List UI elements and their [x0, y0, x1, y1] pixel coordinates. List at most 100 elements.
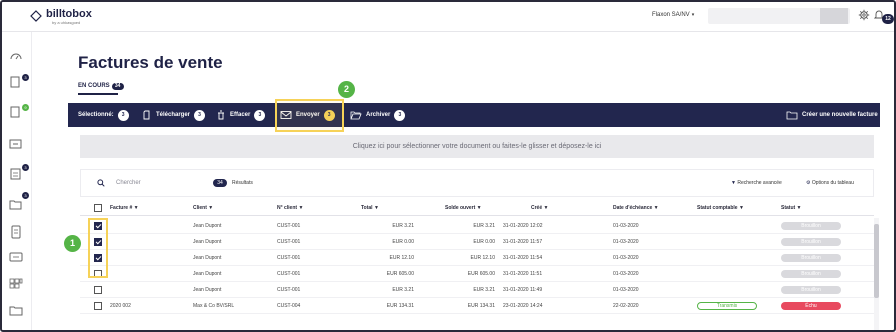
checkbox-highlight-box	[88, 218, 108, 278]
total-cell: EUR 0.00	[392, 239, 414, 245]
client-number-cell: CUST-001	[277, 271, 301, 277]
column-header-due-date[interactable]: Date d'échéance ▼	[613, 205, 659, 211]
client-number-cell: CUST-004	[277, 303, 301, 309]
sidebar-badge: 3	[22, 74, 29, 81]
created-cell: 31-01-2020 11:49	[503, 287, 543, 293]
company-selector[interactable]: Flaxon SA/NV ▾	[652, 12, 694, 18]
search-icon	[97, 179, 105, 187]
created-cell: 31-01-2020 11:51	[503, 271, 543, 277]
document-icon[interactable]	[8, 224, 24, 240]
top-search-button[interactable]	[820, 8, 848, 24]
download-button[interactable]: Télécharger 3	[142, 103, 206, 127]
total-cell: EUR 3.21	[392, 287, 414, 293]
send-highlight-box	[275, 99, 344, 132]
chevron-down-icon: ▾	[691, 12, 695, 18]
created-cell: 31-01-2020 11:57	[503, 239, 543, 245]
accounting-status-badge: Transmis	[697, 302, 757, 310]
archive-count-badge: 3	[394, 109, 406, 121]
notification-badge: 12	[882, 14, 894, 24]
step-1-marker: 1	[64, 235, 81, 252]
sidebar: 3 9 3 3	[2, 32, 32, 330]
client-cell[interactable]: Jean Dupont	[193, 223, 221, 229]
gear-icon: ⚙	[806, 180, 811, 186]
status-badge: Brouillon	[781, 254, 841, 262]
selection-action-bar: Sélectionné: 3 Télécharger 3 Effacer 3 Envo…	[68, 103, 880, 127]
delete-button[interactable]: Effacer 3	[216, 103, 266, 127]
created-cell: 31-01-2020 11:54	[503, 255, 543, 261]
create-invoice-button[interactable]: Créer une nouvelle facture	[786, 103, 878, 127]
open-balance-cell: EUR 3.21	[473, 223, 495, 229]
row-checkbox[interactable]	[94, 286, 102, 294]
due-date-cell: 22-02-2020	[613, 303, 639, 309]
dashboard-icon[interactable]	[8, 48, 24, 64]
gear-icon[interactable]	[858, 9, 870, 21]
open-balance-cell: EUR 12.10	[470, 255, 495, 261]
select-all-checkbox[interactable]	[94, 204, 102, 212]
due-date-cell: 01-03-2020	[613, 287, 639, 293]
client-cell[interactable]: Jean Dupont	[193, 271, 221, 277]
delete-count-badge: 3	[254, 109, 266, 121]
bank-icon[interactable]	[8, 136, 24, 152]
logo-icon	[30, 10, 42, 22]
table-options-button[interactable]: ⚙ Options du tableau	[806, 180, 854, 186]
grid-icon[interactable]	[8, 276, 24, 292]
invoice-number-cell[interactable]: 2020 002	[110, 303, 131, 309]
trash-icon	[218, 110, 224, 120]
selected-indicator: Sélectionné: 3	[78, 103, 129, 127]
search-input[interactable]: Chercher	[116, 180, 141, 186]
column-header-client-no[interactable]: N° client ▼	[277, 205, 303, 211]
column-header-total[interactable]: Total ▼	[361, 205, 379, 211]
column-header-accounting-status[interactable]: Statut comptable ▼	[697, 205, 744, 211]
created-cell: 23-01-2020 14:24	[503, 303, 543, 309]
total-cell: EUR 134.31	[386, 303, 414, 309]
top-bar: billtobox by a uhkasgoed Flaxon SA/NV ▾ 1…	[2, 2, 894, 32]
created-cell: 31-01-2020 12:02	[503, 223, 543, 229]
advanced-search-label: Recherche avancée	[737, 180, 782, 186]
download-count-badge: 3	[194, 109, 206, 121]
download-label: Télécharger	[156, 112, 191, 118]
sidebar-badge: 3	[22, 192, 29, 199]
folder-open-icon	[350, 111, 362, 120]
logo-text[interactable]: billtobox	[46, 8, 92, 20]
column-header-client[interactable]: Client ▼	[193, 205, 213, 211]
status-badge: Brouillon	[781, 222, 841, 230]
due-date-cell: 01-03-2020	[613, 255, 639, 261]
open-balance-cell: EUR 3.21	[473, 287, 495, 293]
selected-label: Sélectionné:	[78, 112, 114, 118]
download-icon	[143, 110, 150, 120]
folder-plus-icon	[786, 111, 798, 120]
scrollbar-thumb[interactable]	[874, 224, 879, 298]
filter-icon: ▼	[731, 180, 736, 186]
sidebar-badge: 3	[22, 164, 29, 171]
due-date-cell: 01-03-2020	[613, 223, 639, 229]
folder-check-icon[interactable]	[8, 196, 24, 212]
client-cell[interactable]: Jean Dupont	[193, 255, 221, 261]
column-header-status[interactable]: Statut ▼	[781, 205, 802, 211]
logo-subtext: by a uhkasgoed	[52, 20, 81, 25]
folder-icon[interactable]	[8, 302, 24, 318]
client-cell[interactable]: Max & Co BV/SRL	[193, 303, 234, 309]
total-cell: EUR 3.21	[392, 223, 414, 229]
tab-underline	[78, 93, 118, 95]
due-date-cell: 01-03-2020	[613, 239, 639, 245]
company-name: Flaxon SA/NV	[652, 12, 690, 18]
row-checkbox[interactable]	[94, 302, 102, 310]
column-header-invoice[interactable]: Facture # ▼	[110, 205, 139, 211]
status-badge: Échu	[781, 302, 841, 310]
advanced-search-button[interactable]: ▼ Recherche avancée	[731, 180, 782, 186]
upload-dropzone[interactable]: Cliquez ici pour sélectionner votre docu…	[80, 135, 874, 158]
open-balance-cell: EUR 0.00	[473, 239, 495, 245]
column-header-created[interactable]: Créé ▼	[531, 205, 548, 211]
chat-icon[interactable]	[8, 250, 24, 266]
client-cell[interactable]: Jean Dupont	[193, 287, 221, 293]
column-header-open-balance[interactable]: Solde ouvert ▼	[445, 205, 482, 211]
tab-en-cours[interactable]: EN COURS 34	[78, 83, 124, 90]
archive-button[interactable]: Archiver 3	[350, 103, 406, 127]
open-balance-cell: EUR 605.00	[467, 271, 495, 277]
status-badge: Brouillon	[781, 270, 841, 278]
page-title: Factures de vente	[78, 53, 223, 72]
total-cell: EUR 12.10	[389, 255, 414, 261]
client-cell[interactable]: Jean Dupont	[193, 239, 221, 245]
due-date-cell: 01-03-2020	[613, 271, 639, 277]
selected-count-badge: 3	[117, 109, 129, 121]
